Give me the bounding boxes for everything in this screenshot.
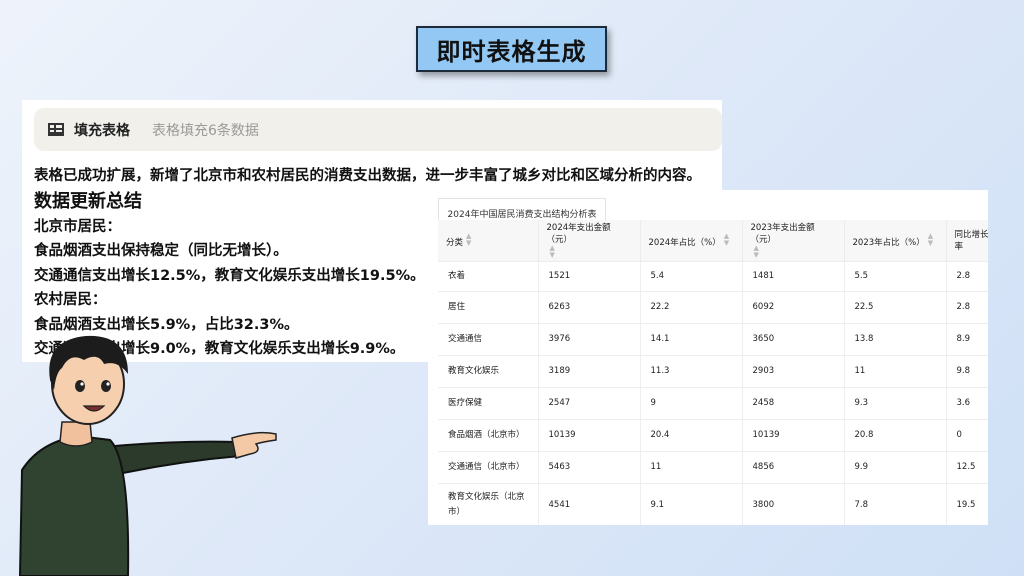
table-cell: 6263 <box>538 291 641 324</box>
table-cell: 11.3 <box>640 355 743 388</box>
table-cell: 6092 <box>742 291 845 324</box>
table-cell: 教育文化娱乐（北京市） <box>438 483 539 525</box>
table-cell: 衣着 <box>438 261 539 292</box>
table-cell: 2547 <box>538 387 641 420</box>
sort-icon[interactable]: ▲ ▼ <box>466 232 471 247</box>
table-row[interactable]: 医疗保健 2547 9 2458 9.3 3.6 <box>438 387 988 420</box>
table-cell: 14.1 <box>640 323 743 356</box>
table-cell: 教育文化娱乐 <box>438 355 539 388</box>
table-cell: 居住 <box>438 291 539 324</box>
column-header[interactable]: 同比增长率 <box>946 220 988 262</box>
table-cell: 19.5 <box>946 483 988 525</box>
table-panel: 2024年中国居民消费支出结构分析表 分类▲ ▼ 2024年支出金额（元） ▲ ▼ 2… <box>428 190 988 525</box>
table-cell: 3.6 <box>946 387 988 420</box>
table-cell: 10139 <box>742 419 845 452</box>
table-row[interactable]: 居住 6263 22.2 6092 22.5 2.8 <box>438 291 988 324</box>
table-cell: 11 <box>844 355 947 388</box>
column-header[interactable]: 2023年占比（%）▲ ▼ <box>844 220 947 262</box>
table-cell: 4541 <box>538 483 641 525</box>
column-header[interactable]: 分类▲ ▼ <box>438 220 539 262</box>
tool-call-bar[interactable]: 填充表格 表格填充6条数据 <box>34 108 722 151</box>
table-cell: 交通通信 <box>438 323 539 356</box>
table-cell: 2.8 <box>946 261 988 292</box>
table-cell: 3800 <box>742 483 845 525</box>
table-row[interactable]: 交通通信（北京市） 5463 11 4856 9.9 12.5 <box>438 451 988 484</box>
table-cell: 1521 <box>538 261 641 292</box>
table-cell: 食品烟酒（北京市） <box>438 419 539 452</box>
column-header[interactable]: 2023年支出金额（元） ▲ ▼ <box>742 220 845 262</box>
sort-icon[interactable]: ▲ ▼ <box>724 232 729 247</box>
table-row[interactable]: 教育文化娱乐（北京市） 4541 9.1 3800 7.8 19.5 <box>438 483 988 525</box>
table-cell: 5463 <box>538 451 641 484</box>
sort-icon[interactable]: ▲ ▼ <box>754 244 759 259</box>
table-header-row: 分类▲ ▼ 2024年支出金额（元） ▲ ▼ 2024年占比（%）▲ ▼ 2023年支出… <box>438 220 988 262</box>
table-cell: 13.8 <box>844 323 947 356</box>
table-cell: 医疗保健 <box>438 387 539 420</box>
table-cell: 2458 <box>742 387 845 420</box>
column-header[interactable]: 2024年占比（%）▲ ▼ <box>640 220 743 262</box>
table-cell: 9 <box>640 387 743 420</box>
table-cell: 20.4 <box>640 419 743 452</box>
sort-icon[interactable]: ▲ ▼ <box>550 244 555 259</box>
table-cell: 9.3 <box>844 387 947 420</box>
message-intro: 表格已成功扩展，新增了北京市和农村居民的消费支出数据，进一步丰富了城乡对比和区域… <box>34 168 701 184</box>
table-row[interactable]: 交通通信 3976 14.1 3650 13.8 8.9 <box>438 323 988 356</box>
table-cell: 3650 <box>742 323 845 356</box>
table-cell: 8.9 <box>946 323 988 356</box>
sort-icon[interactable]: ▲ ▼ <box>928 232 933 247</box>
table-cell: 9.1 <box>640 483 743 525</box>
table-cell: 3189 <box>538 355 641 388</box>
table-row[interactable]: 衣着 1521 5.4 1481 5.5 2.8 <box>438 261 988 292</box>
table-cell: 2903 <box>742 355 845 388</box>
table-row[interactable]: 食品烟酒（北京市） 10139 20.4 10139 20.8 0 <box>438 419 988 452</box>
table-cell: 12.5 <box>946 451 988 484</box>
table-cell: 3976 <box>538 323 641 356</box>
table-cell: 5.4 <box>640 261 743 292</box>
table-cell: 9.8 <box>946 355 988 388</box>
table-cell: 20.8 <box>844 419 947 452</box>
table-cell: 10139 <box>538 419 641 452</box>
table-cell: 0 <box>946 419 988 452</box>
tool-call-description: 表格填充6条数据 <box>152 122 259 139</box>
table-cell: 交通通信（北京市） <box>438 451 539 484</box>
table-cell: 4856 <box>742 451 845 484</box>
table-cell: 22.5 <box>844 291 947 324</box>
data-table: 分类▲ ▼ 2024年支出金额（元） ▲ ▼ 2024年占比（%）▲ ▼ 2023年支出… <box>438 220 988 525</box>
table-row[interactable]: 教育文化娱乐 3189 11.3 2903 11 9.8 <box>438 355 988 388</box>
table-cell: 11 <box>640 451 743 484</box>
table-icon <box>48 123 64 136</box>
table-cell: 2.8 <box>946 291 988 324</box>
table-cell: 1481 <box>742 261 845 292</box>
tool-call-name: 填充表格 <box>74 122 130 139</box>
table-cell: 7.8 <box>844 483 947 525</box>
page-title: 即时表格生成 <box>416 26 607 72</box>
table-cell: 9.9 <box>844 451 947 484</box>
column-header[interactable]: 2024年支出金额（元） ▲ ▼ <box>538 220 641 262</box>
table-cell: 5.5 <box>844 261 947 292</box>
table-cell: 22.2 <box>640 291 743 324</box>
pointing-presenter-illustration <box>18 335 277 576</box>
